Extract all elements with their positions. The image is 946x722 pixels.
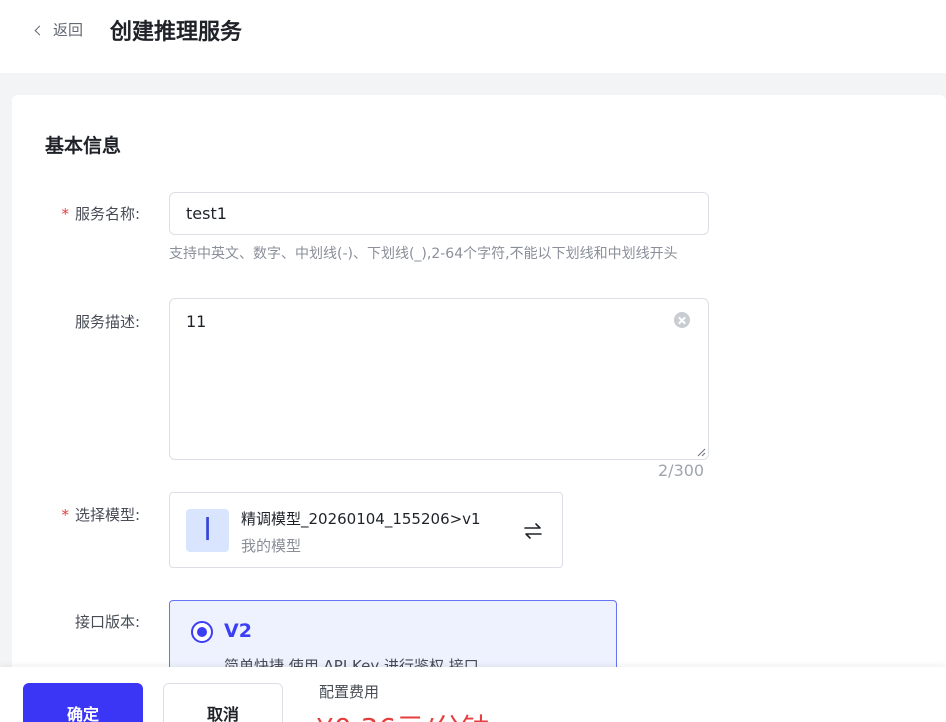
required-mark: * [61,506,69,524]
model-avatar: l [186,509,229,552]
fee-label: 配置费用 [319,683,380,701]
required-mark: * [61,205,69,223]
footer-bar: 确定 取消 配置费用 ¥0.36元/分钟 [0,667,946,722]
service-name-label: * 服务名称: [61,205,140,223]
swap-icon[interactable] [522,520,544,542]
chevron-left-icon [34,25,45,35]
api-version-label: 接口版本: [74,613,140,631]
model-label: * 选择模型: [61,506,140,524]
back-link[interactable]: 返回 [34,19,84,40]
service-desc-value: 11 [186,312,207,331]
service-name-value: test1 [186,204,227,223]
cancel-button[interactable]: 取消 [163,683,283,722]
radio-selected-icon[interactable] [191,621,213,643]
confirm-button[interactable]: 确定 [23,683,143,722]
service-desc-label: 服务描述: [74,313,140,331]
service-name-hint: 支持中英文、数字、中划线(-)、下划线(_),2-64个字符,不能以下划线和中划… [169,246,678,262]
service-desc-textarea[interactable]: 11 [169,298,709,460]
back-label: 返回 [53,21,84,39]
section-title: 基本信息 [45,135,122,157]
service-name-input[interactable]: test1 [169,192,709,235]
resize-handle-icon[interactable] [696,447,706,457]
model-select-card[interactable]: l 精调模型_20260104_155206>v1 我的模型 [169,492,563,568]
clear-icon[interactable] [674,312,690,328]
form-card: 基本信息 * 服务名称: test1 支持中英文、数字、中划线(-)、下划线(_)… [12,95,946,722]
top-bar: 返回 创建推理服务 [0,0,946,73]
model-name: 精调模型_20260104_155206>v1 [241,510,481,528]
char-counter: 2/300 [658,461,705,480]
model-source: 我的模型 [241,537,302,555]
version-label: V2 [224,620,252,642]
page-title: 创建推理服务 [110,20,243,45]
fee-value: ¥0.36元/分钟 [316,707,490,722]
